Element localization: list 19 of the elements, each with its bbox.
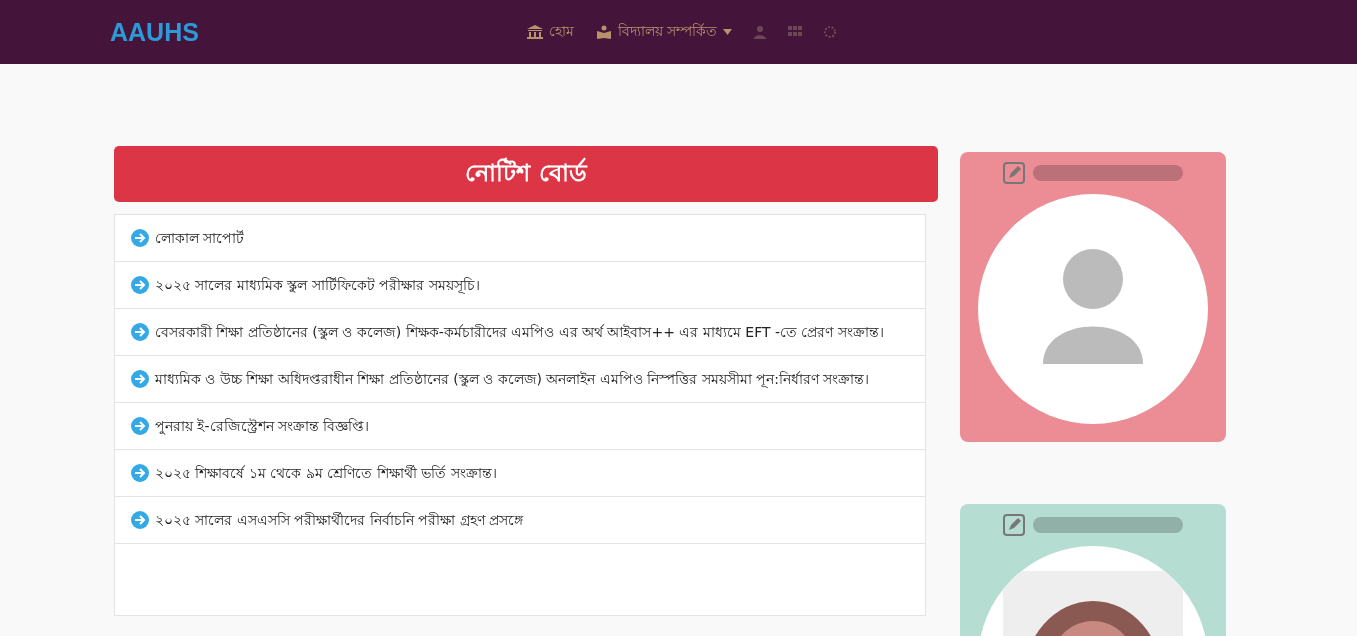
notice-item[interactable]: ২০২৫ সালের এসএসসি পরীক্ষার্থীদের নির্বাচনি পরীক্ষা গ্রহণ প্রসঙ্গে [115,497,925,544]
notice-item[interactable]: মাধ্যমিক ও উচ্চ শিক্ষা অধিদপ্তরাধীন শিক্ষা প্রতিষ্ঠানের (স্কুল ও কলেজ) অনলাইন এমপিও নিস্পত্তির সময়সীমা পূন:নির্ধারণ সংক্রান্ত। [115,356,925,403]
notice-item[interactable]: ২০২৫ সালের মাধ্যমিক স্কুল সার্টিফিকেট পরীক্ষার সময়সূচি। [115,262,925,309]
book-icon [595,25,612,39]
brand-logo[interactable]: AAUHS [110,17,199,47]
notice-item[interactable]: ২০২৫ শিক্ষাবর্ষে ১ম থেকে ৯ম শ্রেণিতে শিক্ষার্থী ভর্তি সংক্রান্ত। [115,450,925,497]
notice-item[interactable]: বেসরকারী শিক্ষা প্রতিষ্ঠানের (স্কুল ও কলেজ) শিক্ষক-কর্মচারীদের এমপিও এর অর্থ আইবাস++ এর মাধ্যমে EFT -তে প্রেরণ সংক্রান্ত। [115,309,925,356]
grid-icon[interactable] [788,26,803,38]
edit-icon[interactable] [1003,514,1025,536]
nav-link[interactable]: বিদ্যালয় সম্পর্কিত [595,20,733,44]
notice-item[interactable]: লোকাল সাপোর্ট [115,215,925,262]
caret-icon [723,29,733,35]
user-icon[interactable] [754,25,767,39]
building-icon [526,25,543,39]
nav-link[interactable]: হোম [526,20,574,44]
gear-icon[interactable] [824,26,837,38]
notice-board-header: নোটিশ বোর্ড [114,146,938,202]
edit-icon[interactable] [1003,162,1025,184]
notice-item[interactable]: পুনরায় ই-রেজিস্ট্রেশন সংক্রান্ত বিজ্ঞপ্তি। [115,403,925,450]
